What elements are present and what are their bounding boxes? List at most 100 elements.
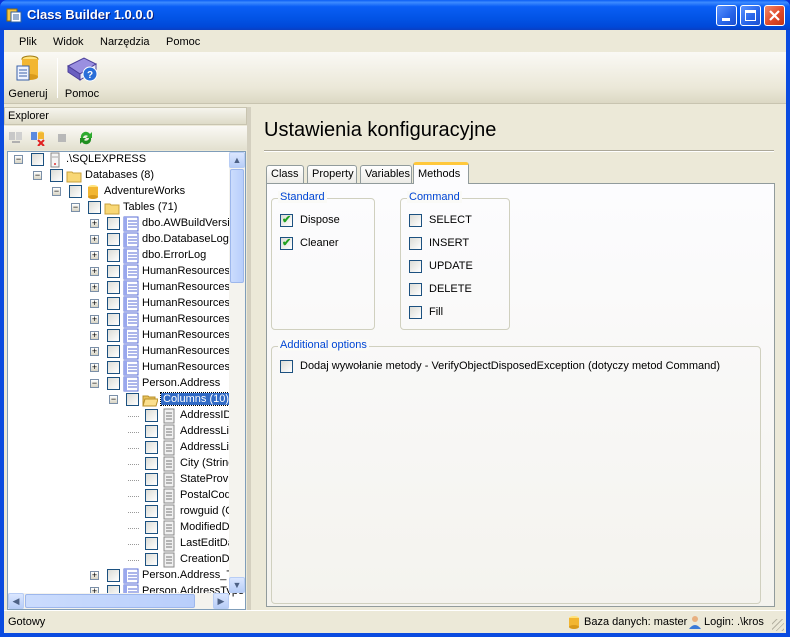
collapse-icon[interactable]: − — [109, 395, 118, 404]
menu-narzedzia[interactable]: Narzędzia — [100, 36, 150, 48]
tree-node[interactable]: rowguid (G — [8, 504, 234, 520]
tree-horizontal-scrollbar[interactable]: ◀ ▶ — [8, 593, 229, 609]
option-checkbox[interactable] — [409, 214, 422, 227]
resize-grip[interactable] — [772, 619, 784, 631]
scroll-right-button[interactable]: ▶ — [213, 593, 229, 609]
tree-node[interactable]: + Person.Address_T — [8, 568, 233, 584]
disconnect-server-icon[interactable] — [30, 130, 46, 146]
expand-icon[interactable]: + — [90, 571, 99, 580]
collapse-icon[interactable]: − — [90, 379, 99, 388]
tree-node-checkbox[interactable] — [107, 569, 120, 582]
tree-node[interactable]: AddressLine2 — [8, 440, 245, 456]
tree-node[interactable]: − Columns (10) — [8, 392, 233, 408]
tree-node[interactable]: + HumanResources. — [8, 360, 233, 376]
tree-node-checkbox[interactable] — [69, 185, 82, 198]
tree-node-checkbox[interactable] — [107, 281, 120, 294]
tree-node-checkbox[interactable] — [107, 249, 120, 262]
collapse-icon[interactable]: − — [52, 187, 61, 196]
expand-icon[interactable]: + — [90, 299, 99, 308]
tab-variables[interactable]: Variables — [360, 165, 412, 183]
scroll-up-button[interactable]: ▲ — [229, 152, 245, 168]
tree-node[interactable]: AddressLine1 — [8, 424, 245, 440]
collapse-icon[interactable]: − — [71, 203, 80, 212]
tab-property[interactable]: Property — [307, 165, 357, 183]
tree-node[interactable]: City (String — [8, 456, 234, 472]
tree-node-checkbox[interactable] — [50, 169, 63, 182]
tree-node[interactable]: + dbo.ErrorLog — [8, 248, 230, 264]
tree-node-checkbox[interactable] — [107, 217, 120, 230]
tree-node-checkbox[interactable] — [31, 153, 44, 166]
tree-node-checkbox[interactable] — [145, 473, 158, 486]
tree-node[interactable]: ModifiedDate — [8, 520, 245, 536]
tree-node-checkbox[interactable] — [107, 313, 120, 326]
tree-node-checkbox[interactable] — [107, 329, 120, 342]
tree-node[interactable]: − Databases (8) — [8, 168, 230, 184]
tree-node-checkbox[interactable] — [145, 505, 158, 518]
tree-node[interactable]: + HumanResources. — [8, 344, 233, 360]
tree-node[interactable]: LastEditDate — [8, 536, 243, 552]
tree-vertical-scrollbar[interactable]: ▲ ▼ — [229, 152, 245, 593]
maximize-button[interactable] — [740, 5, 761, 26]
tree-node[interactable]: StateProvince — [8, 472, 245, 488]
tree-node-checkbox[interactable] — [107, 297, 120, 310]
tree-node-checkbox[interactable] — [107, 345, 120, 358]
expand-icon[interactable]: + — [90, 251, 99, 260]
tree-node-checkbox[interactable] — [145, 553, 158, 566]
option-checkbox[interactable] — [409, 260, 422, 273]
tree-node-checkbox[interactable] — [126, 393, 139, 406]
tree-node-checkbox[interactable] — [88, 201, 101, 214]
tree-node[interactable]: − AdventureWorks — [8, 184, 230, 200]
menu-pomoc[interactable]: Pomoc — [166, 36, 200, 48]
tree-node-checkbox[interactable] — [107, 233, 120, 246]
expand-icon[interactable]: + — [90, 267, 99, 276]
tree-node-checkbox[interactable] — [145, 489, 158, 502]
help-button[interactable]: ? Pomoc — [62, 54, 102, 102]
tree-node-checkbox[interactable] — [145, 537, 158, 550]
menu-plik[interactable]: Plik — [19, 36, 37, 48]
tab-class[interactable]: Class — [266, 165, 304, 183]
generate-button[interactable]: Generuj — [6, 54, 50, 102]
scroll-left-button[interactable]: ◀ — [8, 593, 24, 609]
tree-node[interactable]: + HumanResources. — [8, 296, 233, 312]
title-bar[interactable]: Class Builder 1.0.0.0 — [0, 0, 790, 30]
option-checkbox[interactable]: ✔ — [280, 237, 293, 250]
collapse-icon[interactable]: − — [14, 155, 23, 164]
tree-node[interactable]: + HumanResources. — [8, 328, 233, 344]
tree-node-checkbox[interactable] — [107, 265, 120, 278]
expand-icon[interactable]: + — [90, 283, 99, 292]
horizontal-scroll-thumb[interactable] — [25, 594, 195, 608]
scroll-down-button[interactable]: ▼ — [229, 577, 245, 593]
close-button[interactable] — [764, 5, 785, 26]
tree-node[interactable]: − Tables (71) — [8, 200, 230, 216]
connect-server-icon[interactable] — [8, 130, 24, 146]
option-checkbox[interactable] — [409, 237, 422, 250]
refresh-icon[interactable] — [78, 130, 94, 146]
stop-icon[interactable] — [58, 134, 66, 142]
tree-node[interactable]: + dbo.AWBuildVersion — [8, 216, 242, 232]
expand-icon[interactable]: + — [90, 363, 99, 372]
option-checkbox[interactable]: ✔ — [280, 214, 293, 227]
tree-node[interactable]: + HumanResources. — [8, 280, 233, 296]
option-checkbox[interactable] — [409, 283, 422, 296]
tab-methods[interactable]: Methods — [413, 162, 469, 184]
tree-node[interactable]: CreationDate — [8, 552, 245, 568]
vertical-scroll-thumb[interactable] — [230, 169, 244, 283]
expand-icon[interactable]: + — [90, 235, 99, 244]
tree-node[interactable]: + HumanResources. — [8, 264, 233, 280]
tree-node-checkbox[interactable] — [145, 521, 158, 534]
expand-icon[interactable]: + — [90, 219, 99, 228]
option-checkbox[interactable] — [409, 306, 422, 319]
tree-node-checkbox[interactable] — [107, 361, 120, 374]
tree-node[interactable]: − Person.Address — [8, 376, 230, 392]
expand-icon[interactable]: + — [90, 347, 99, 356]
tree-node-checkbox[interactable] — [145, 409, 158, 422]
explorer-tree[interactable]: − .\SQLEXPRESS − Databases (8) − AdventureWor… — [7, 151, 246, 610]
tree-node-checkbox[interactable] — [145, 425, 158, 438]
tree-node-checkbox[interactable] — [145, 441, 158, 454]
tree-node[interactable]: + HumanResources. — [8, 312, 233, 328]
tree-node[interactable]: PostalCode — [8, 488, 237, 504]
minimize-button[interactable] — [716, 5, 737, 26]
tree-node-checkbox[interactable] — [145, 457, 158, 470]
collapse-icon[interactable]: − — [33, 171, 42, 180]
tree-node-checkbox[interactable] — [107, 377, 120, 390]
